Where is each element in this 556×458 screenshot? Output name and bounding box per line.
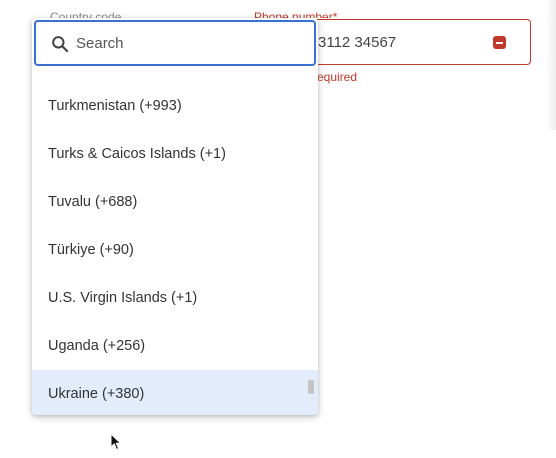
list-item[interactable]: Uganda (+256) [32, 322, 318, 370]
list-item-selected[interactable]: Ukraine (+380) [32, 370, 318, 415]
country-list: Turkmenistan (+993) Turks & Caicos Islan… [32, 82, 318, 415]
page: Country code Phone number* 3112 34567 eq… [0, 0, 556, 458]
phone-number-label: Phone number* [250, 10, 342, 18]
list-item[interactable]: Türkiye (+90) [32, 226, 318, 274]
country-code-label: Country code [50, 10, 122, 18]
list-item[interactable]: Tuvalu (+688) [32, 178, 318, 226]
mouse-cursor-icon [110, 433, 122, 451]
error-icon [493, 36, 506, 49]
search-icon [52, 36, 69, 53]
list-item[interactable]: U.S. Virgin Islands (+1) [32, 274, 318, 322]
phone-error-text: equired [317, 70, 358, 84]
page-edge [546, 0, 556, 130]
phone-number-value[interactable]: 3112 34567 [318, 34, 396, 51]
search-box[interactable] [34, 20, 316, 66]
list-item[interactable]: Turkmenistan (+993) [32, 82, 318, 130]
country-code-dropdown: Turkmenistan (+993) Turks & Caicos Islan… [32, 18, 318, 415]
list-item[interactable]: Turks & Caicos Islands (+1) [32, 130, 318, 178]
search-input[interactable] [76, 32, 296, 54]
scrollbar-thumb[interactable] [308, 380, 314, 394]
